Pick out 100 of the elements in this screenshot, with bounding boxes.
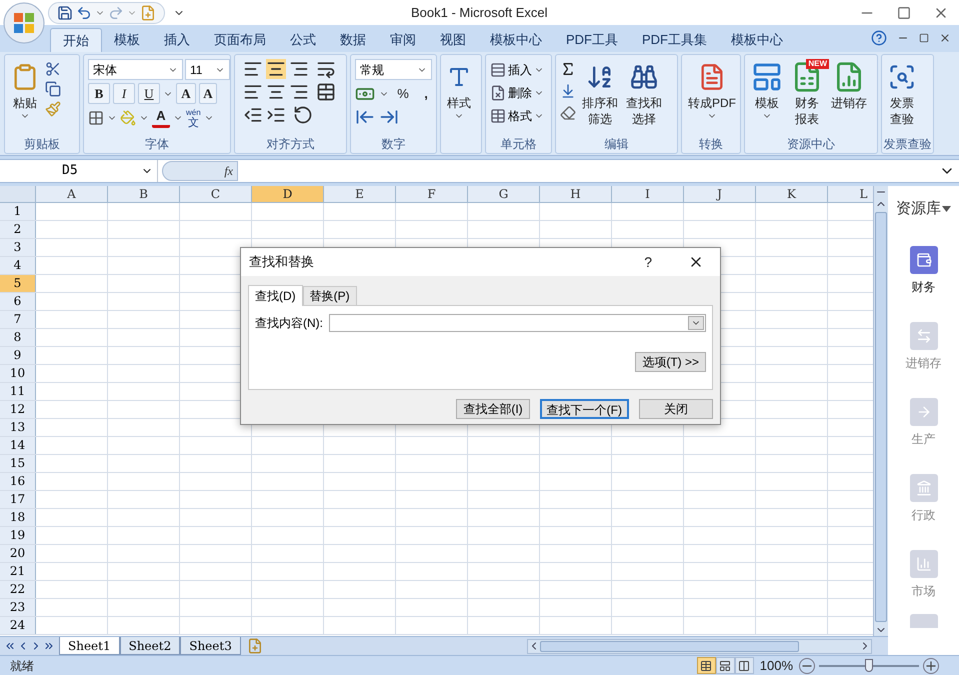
cell-menu-button[interactable]: 删除 <box>490 82 544 103</box>
font-color-button[interactable]: A <box>152 107 170 128</box>
font-size-field[interactable]: 11 <box>185 59 230 80</box>
save-icon[interactable] <box>57 4 73 20</box>
underline-button[interactable]: U <box>138 83 160 104</box>
page-break-view-button[interactable] <box>734 657 754 674</box>
merge-cells-icon[interactable] <box>316 82 336 102</box>
zoom-in-icon[interactable] <box>923 658 939 674</box>
row-header[interactable]: 3 <box>0 239 36 256</box>
text-rotation-icon[interactable] <box>293 105 313 125</box>
column-header[interactable]: D <box>252 186 324 202</box>
vertical-scrollbar[interactable] <box>873 186 888 636</box>
bold-button[interactable]: B <box>88 83 110 104</box>
row-header[interactable]: 13 <box>0 419 36 436</box>
row-header[interactable]: 14 <box>0 437 36 454</box>
horizontal-scrollbar[interactable] <box>527 638 872 654</box>
ribbon-tab[interactable]: 页面布局 <box>202 28 278 52</box>
column-header[interactable]: H <box>540 186 612 202</box>
last-sheet-icon[interactable] <box>43 640 55 652</box>
first-sheet-icon[interactable] <box>4 640 16 652</box>
fill-color-icon[interactable] <box>120 110 136 126</box>
row-header[interactable]: 23 <box>0 599 36 616</box>
sheet-tab[interactable]: Sheet2 <box>120 637 180 655</box>
scroll-thumb[interactable] <box>875 212 887 622</box>
dropdown-button[interactable] <box>688 316 704 330</box>
dropdown-arrow-icon[interactable] <box>942 206 951 212</box>
zoom-out-icon[interactable] <box>799 658 815 674</box>
ribbon-tab[interactable]: 模板 <box>102 28 152 52</box>
dialog-button[interactable]: 查找下一个(F) <box>540 399 629 419</box>
styles-button[interactable]: 样式 <box>445 59 473 134</box>
row-header[interactable]: 7 <box>0 311 36 328</box>
row-header[interactable]: 11 <box>0 383 36 400</box>
row-header[interactable]: 17 <box>0 491 36 508</box>
maximize-icon[interactable] <box>897 6 911 20</box>
shrink-font-button[interactable]: A <box>199 83 217 104</box>
help-icon[interactable] <box>871 30 887 46</box>
grow-font-button[interactable]: A <box>176 83 196 104</box>
restore-icon[interactable] <box>919 33 929 43</box>
zoom-slider[interactable] <box>819 658 919 672</box>
column-header[interactable]: A <box>36 186 108 202</box>
column-header[interactable]: K <box>756 186 828 202</box>
find-what-field[interactable] <box>329 314 706 332</box>
close-icon[interactable] <box>939 32 951 44</box>
ribbon-tab[interactable]: 模板中心 <box>478 28 554 52</box>
function-button[interactable]: fx <box>162 161 238 181</box>
column-header[interactable]: B <box>108 186 180 202</box>
column-header[interactable]: E <box>324 186 396 202</box>
template-button[interactable]: 模板 <box>749 59 785 134</box>
dialog-button[interactable]: 查找全部(I) <box>456 399 530 419</box>
dialog-tab[interactable]: 替换(P) <box>302 286 357 305</box>
row-header[interactable]: 4 <box>0 257 36 274</box>
ribbon-tab[interactable]: 视图 <box>428 28 478 52</box>
ribbon-tab[interactable]: PDF工具 <box>554 28 630 52</box>
row-header[interactable]: 22 <box>0 581 36 598</box>
scroll-thumb[interactable] <box>540 640 799 652</box>
sidebar-item[interactable]: 市场 <box>910 536 938 612</box>
percent-button[interactable]: % <box>393 83 413 104</box>
borders-icon[interactable] <box>88 110 104 126</box>
help-button[interactable]: ? <box>644 252 652 272</box>
convert-pdf-button[interactable]: 转成PDF <box>686 59 738 134</box>
zoom-slider-thumb[interactable] <box>865 659 873 672</box>
sidebar-item[interactable]: 生产 <box>910 384 938 460</box>
undo-icon[interactable] <box>76 4 92 20</box>
paste-button[interactable]: 粘贴 <box>9 59 41 134</box>
row-header[interactable]: 12 <box>0 401 36 418</box>
row-header[interactable]: 2 <box>0 221 36 238</box>
copy-icon[interactable] <box>45 81 61 97</box>
dialog-tab[interactable]: 查找(D) <box>248 285 303 306</box>
column-header[interactable]: G <box>468 186 540 202</box>
row-header[interactable]: 10 <box>0 365 36 382</box>
ribbon-tab[interactable]: 数据 <box>328 28 378 52</box>
row-header[interactable]: 9 <box>0 347 36 364</box>
row-header[interactable]: 5 <box>0 275 36 292</box>
ribbon-tab[interactable]: 审阅 <box>378 28 428 52</box>
phonetic-button[interactable]: wén 文 <box>186 108 201 128</box>
row-header[interactable]: 6 <box>0 293 36 310</box>
inventory-button[interactable]: 进销存 <box>829 59 869 134</box>
column-header[interactable]: J <box>684 186 756 202</box>
align-middle-icon[interactable] <box>266 59 286 79</box>
normal-view-button[interactable] <box>696 657 716 674</box>
eraser-icon[interactable] <box>560 105 576 121</box>
cell-menu-button[interactable]: 格式 <box>490 105 544 126</box>
row-header[interactable]: 1 <box>0 203 36 220</box>
name-box[interactable]: D5 <box>0 160 158 182</box>
cut-icon[interactable] <box>45 61 61 77</box>
column-header[interactable]: F <box>396 186 468 202</box>
ribbon-tab[interactable]: 插入 <box>152 28 202 52</box>
row-header[interactable]: 18 <box>0 509 36 526</box>
row-header[interactable]: 8 <box>0 329 36 346</box>
fill-down-icon[interactable] <box>560 83 576 99</box>
sheet-tab[interactable]: Sheet3 <box>180 637 241 655</box>
dialog-button[interactable]: 关闭 <box>639 399 713 419</box>
ribbon-tab[interactable]: 开始 <box>50 28 102 52</box>
comma-button[interactable]: , <box>417 83 435 104</box>
row-header[interactable]: 19 <box>0 527 36 544</box>
sidebar-item[interactable]: 财务 <box>910 232 938 308</box>
font-name-field[interactable]: 宋体 <box>88 59 183 80</box>
cell-menu-button[interactable]: 插入 <box>490 59 544 80</box>
column-header[interactable]: I <box>612 186 684 202</box>
find-select-button[interactable]: 查找和 选择 <box>624 59 664 134</box>
